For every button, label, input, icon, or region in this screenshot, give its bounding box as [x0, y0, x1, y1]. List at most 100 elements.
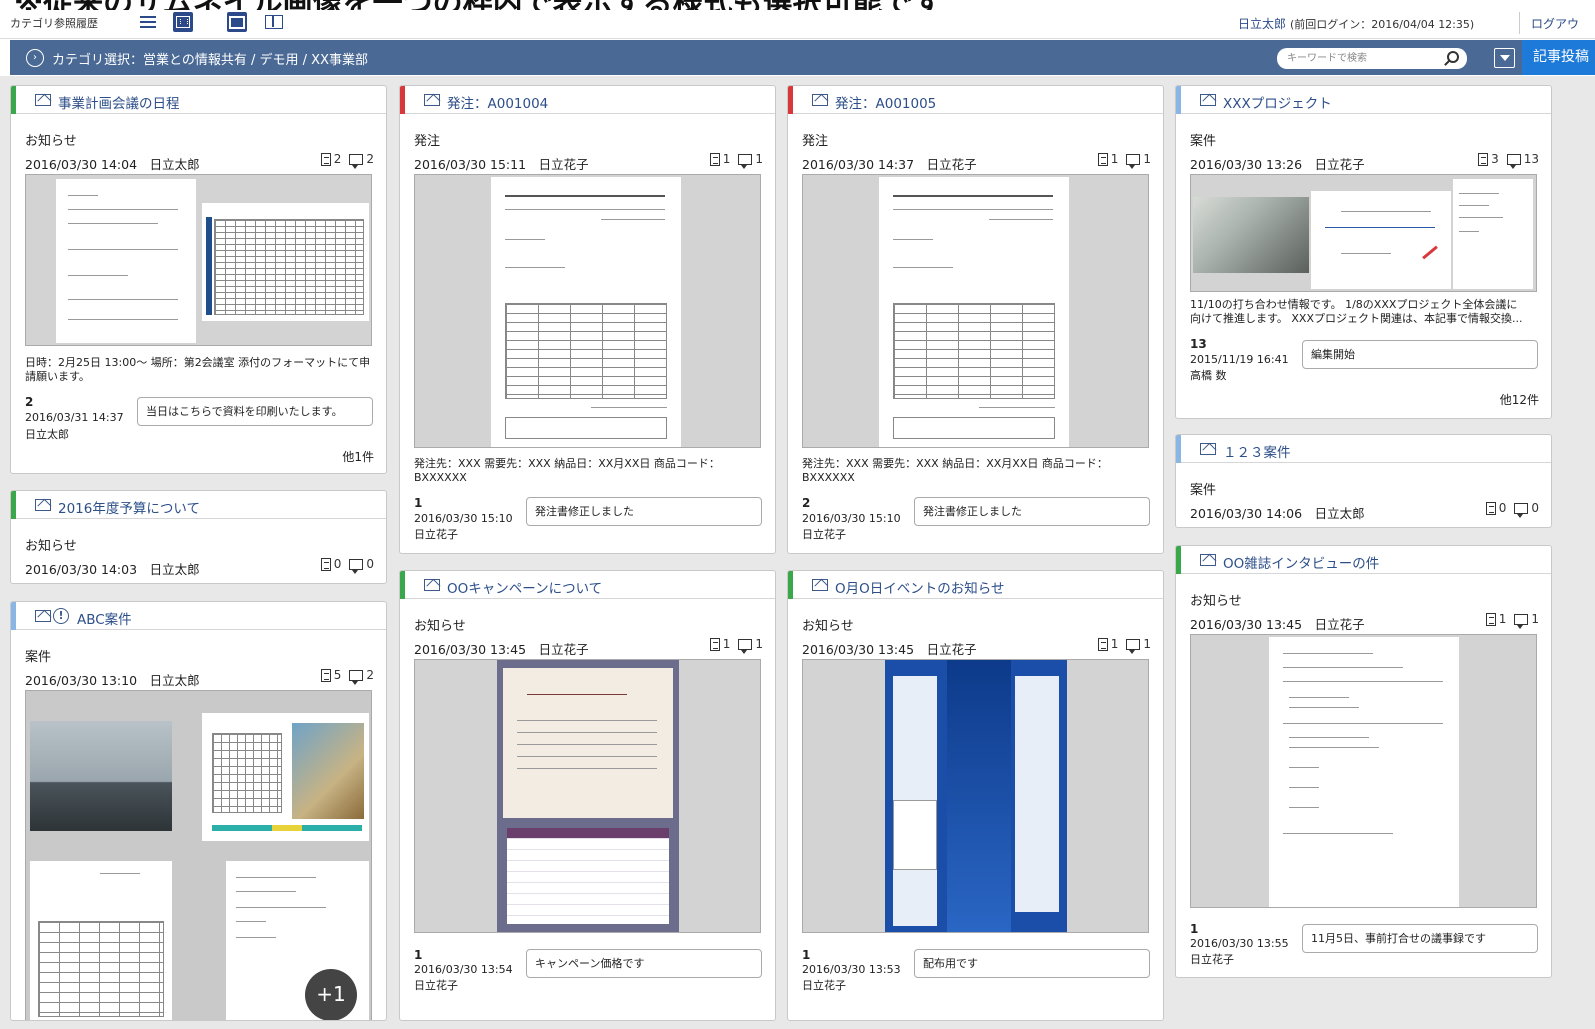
article-card[interactable]: O月O日イベントのお知らせ お知らせ 2016/03/30 13:45 日立花子…	[787, 570, 1164, 1021]
card-category: お知らせ	[1190, 594, 1242, 609]
attachment-thumbnail[interactable]	[30, 721, 172, 831]
search-input[interactable]	[1287, 51, 1437, 66]
latest-comment[interactable]: キャンペーン価格です	[526, 949, 762, 978]
attachment-thumbnail[interactable]	[885, 660, 1067, 932]
card-title[interactable]: OO雑誌インタビューの件	[1223, 552, 1379, 572]
card-description: 発注先：XXX 需要先：XXX 納品日：XX月XX日 商品コード：BXXXXXX	[802, 457, 1108, 484]
comment-time: 2016/03/30 15:10	[414, 512, 513, 525]
card-title[interactable]: 事業計画会議の日程	[58, 92, 180, 112]
card-counts: 11	[709, 637, 763, 654]
card-counts: 22	[320, 152, 374, 169]
card-header: 発注：A001004	[400, 86, 775, 114]
attachment-thumbnail[interactable]	[56, 179, 196, 343]
card-header: １２３案件	[1176, 435, 1551, 463]
attachment-thumbnail[interactable]	[1453, 179, 1533, 289]
more-comments-link[interactable]: 他1件	[342, 448, 374, 465]
attachment-thumbnails[interactable]: +1	[25, 690, 372, 1020]
card-meta: 2016/03/30 15:11 日立花子	[414, 157, 589, 172]
latest-comment[interactable]: 発注書修正しました	[526, 497, 762, 526]
latest-comment[interactable]: 発注書修正しました	[914, 497, 1150, 526]
category-history-link[interactable]: カテゴリ参照履歴	[10, 15, 98, 31]
more-comments-link[interactable]: 他12件	[1500, 391, 1539, 408]
card-header: 事業計画会議の日程	[11, 86, 386, 114]
comment-user: 日立花子	[414, 528, 458, 541]
category-stripe	[788, 571, 793, 599]
comment-user: 日立花子	[802, 979, 846, 992]
attachment-thumbnails[interactable]	[1190, 174, 1537, 292]
card-title[interactable]: ABC案件	[77, 608, 132, 628]
comment-time: 2015/11/19 16:41	[1190, 353, 1289, 366]
article-card[interactable]: OO雑誌インタビューの件 お知らせ 2016/03/30 13:45 日立花子 …	[1175, 545, 1552, 978]
card-category: お知らせ	[25, 539, 77, 554]
latest-comment[interactable]: 当日はこちらで資料を印刷いたします。	[137, 397, 373, 426]
article-card[interactable]: 2016年度予算について お知らせ 2016/03/30 14:03 日立太郎 …	[10, 490, 387, 584]
card-title[interactable]: １２３案件	[1223, 441, 1291, 461]
comment-icon	[349, 153, 364, 169]
card-description: 11/10の打ち合わせ情報です。 1/8のXXXプロジェクト全体会議に 向けて推進…	[1190, 298, 1523, 325]
logout-link[interactable]: ログアウ	[1531, 15, 1579, 32]
card-title[interactable]: 発注：A001005	[835, 92, 936, 112]
latest-comment[interactable]: 配布用です	[914, 949, 1150, 978]
document-icon	[709, 152, 720, 166]
article-card[interactable]: 事業計画会議の日程 お知らせ 2016/03/30 14:04 日立太郎 22 …	[10, 85, 387, 474]
article-card[interactable]: 発注：A001005 発注 2016/03/30 14:37 日立花子 11 発…	[787, 85, 1164, 554]
attachment-thumbnails[interactable]	[802, 659, 1149, 933]
attachment-thumbnail[interactable]	[491, 177, 681, 447]
list-view-icon[interactable]	[138, 12, 158, 32]
important-icon: !	[53, 608, 69, 624]
attachment-thumbnail[interactable]	[497, 660, 679, 932]
card-title[interactable]: XXXプロジェクト	[1223, 92, 1332, 112]
document-icon	[1097, 152, 1108, 166]
large-view-icon[interactable]	[227, 12, 247, 32]
card-category: 案件	[1190, 483, 1217, 498]
card-counts: 00	[320, 557, 374, 574]
article-card[interactable]: ! ABC案件 案件 2016/03/30 13:10 日立太郎 52 +1	[10, 601, 387, 1021]
grid-view-icon[interactable]	[173, 12, 193, 32]
card-title[interactable]: 発注：A001004	[447, 92, 548, 112]
category-stripe	[11, 491, 16, 519]
card-title[interactable]: 2016年度予算について	[58, 497, 200, 517]
breadcrumb[interactable]: カテゴリ選択：営業との情報共有 / デモ用 / XX事業部	[52, 49, 368, 68]
document-icon	[320, 668, 331, 682]
article-card[interactable]: OOキャンペーンについて お知らせ 2016/03/30 13:45 日立花子 …	[399, 570, 776, 1021]
document-icon	[320, 152, 331, 166]
card-category: 発注	[414, 134, 441, 149]
category-expand-icon[interactable]: ›	[26, 49, 44, 67]
dropdown-button[interactable]	[1494, 48, 1515, 68]
card-header: OOキャンペーンについて	[400, 571, 775, 599]
attachment-thumbnail[interactable]	[30, 861, 172, 1020]
attachment-thumbnail[interactable]	[1269, 637, 1459, 907]
attachment-thumbnails[interactable]	[25, 174, 372, 346]
post-article-button[interactable]: 記事投稿	[1522, 40, 1595, 75]
envelope-icon	[1200, 554, 1216, 566]
article-card[interactable]: XXXプロジェクト 案件 2016/03/30 13:26 日立花子 3 13 1…	[1175, 85, 1552, 419]
document-icon	[1478, 152, 1489, 166]
card-title[interactable]: OOキャンペーンについて	[447, 577, 602, 597]
card-title[interactable]: O月O日イベントのお知らせ	[835, 577, 1004, 597]
attachment-thumbnails[interactable]	[414, 174, 761, 448]
attachment-thumbnails[interactable]	[802, 174, 1149, 448]
latest-comment[interactable]: 11月5日、事前打合せの議事録です	[1302, 924, 1538, 953]
split-view-icon[interactable]	[264, 12, 284, 32]
comment-count: 2	[802, 496, 811, 510]
card-description: 日時：2月25日 13:00～ 場所：第2会議室 添付のフォーマットにて申請願い…	[25, 356, 371, 383]
card-meta: 2016/03/30 13:26 日立花子	[1190, 157, 1365, 172]
user-name[interactable]: 日立太郎	[1238, 15, 1286, 32]
attachment-thumbnails[interactable]	[414, 659, 761, 933]
attachment-thumbnail[interactable]	[1311, 191, 1451, 289]
card-category: お知らせ	[25, 134, 77, 149]
attachment-thumbnails[interactable]	[1190, 634, 1537, 908]
comment-icon	[1126, 153, 1141, 169]
card-meta: 2016/03/30 13:45 日立花子	[802, 642, 977, 657]
latest-comment[interactable]: 編集開始	[1302, 340, 1538, 369]
document-icon	[1485, 612, 1496, 626]
article-card[interactable]: １２３案件 案件 2016/03/30 14:06 日立太郎 00	[1175, 434, 1552, 528]
attachment-thumbnail[interactable]	[202, 203, 369, 321]
comment-icon	[1506, 153, 1521, 169]
more-images-badge[interactable]: +1	[305, 969, 357, 1020]
article-card[interactable]: 発注：A001004 発注 2016/03/30 15:11 日立花子 11 発…	[399, 85, 776, 554]
attachment-thumbnail[interactable]	[1193, 197, 1309, 273]
attachment-thumbnail[interactable]	[879, 177, 1069, 447]
attachment-thumbnail[interactable]	[202, 713, 369, 841]
search-icon[interactable]	[1447, 51, 1459, 63]
